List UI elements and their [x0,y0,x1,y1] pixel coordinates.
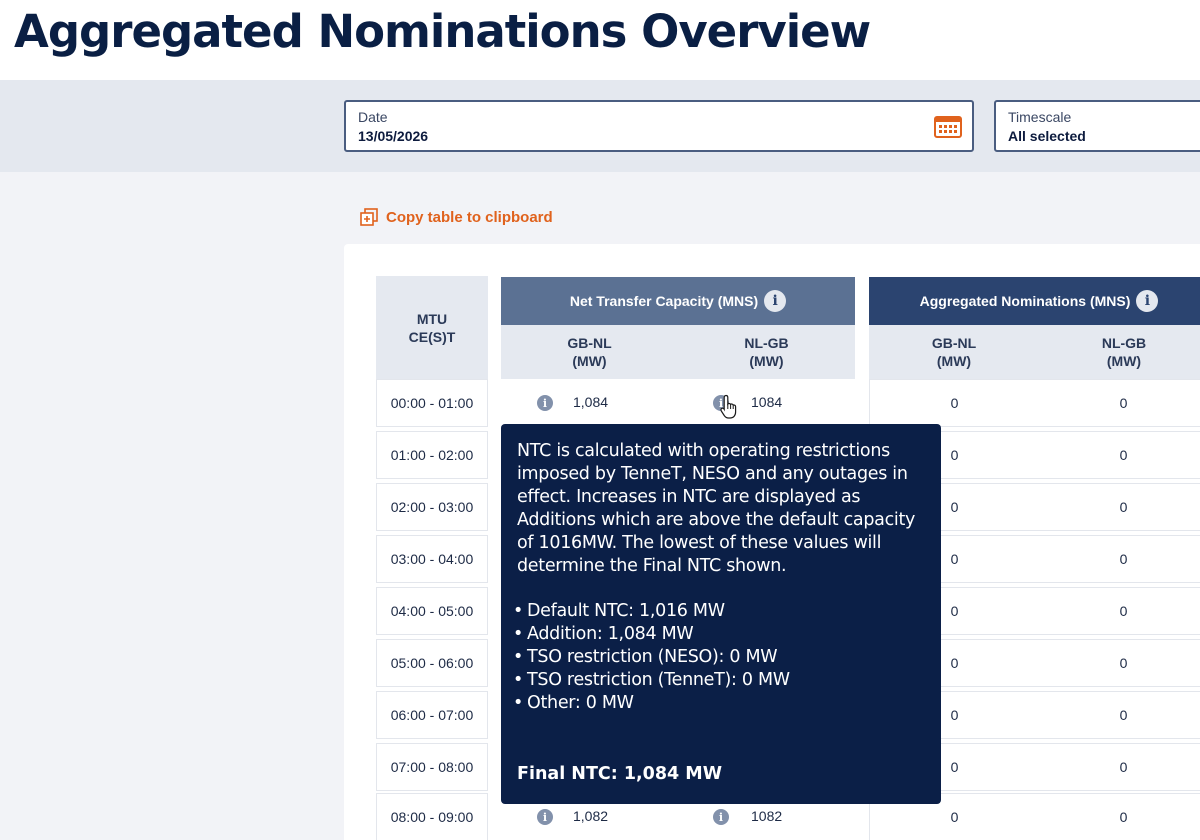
mtu-cell: 06:00 - 07:00 [376,691,488,739]
date-value[interactable]: 13/05/2026 [358,126,960,146]
mtu-cell: 05:00 - 06:00 [376,639,488,687]
agg-nlgb-value: 0 [1119,809,1128,825]
mtu-cell: 00:00 - 01:00 [376,379,488,427]
info-icon[interactable]: i [764,290,787,312]
ntc-group-header: Net Transfer Capacity (MNS) i [501,277,855,325]
ntc-gbnl-value: 1,084 [573,394,609,410]
table-row: i 1,084 i 1084 [501,379,855,427]
agg-gbnl-value: 0 [950,395,959,411]
mtu-cell: 07:00 - 08:00 [376,743,488,791]
date-label: Date [358,109,388,125]
column-header: GB-NL (MW) [501,325,678,379]
timescale-field[interactable]: Timescale All selected [994,100,1200,152]
tooltip-list-item: Addition: 1,084 MW [513,623,925,646]
mtu-column-header: MTU CE(S)T [376,276,488,379]
column-header: NL-GB (MW) [678,325,855,379]
mtu-header-line2: CE(S)T [408,328,456,345]
column-header: GB-NL (MW) [869,325,1039,379]
mtu-cell: 03:00 - 04:00 [376,535,488,583]
column-header-line1: NL-GB [744,335,789,351]
column-header-line1: NL-GB [1101,335,1147,351]
agg-nlgb-value: 0 [1119,759,1128,775]
ntc-nlgb-value: 1084 [751,394,783,410]
mtu-cell: 01:00 - 02:00 [376,431,488,479]
column-header-line1: GB-NL [931,335,977,351]
copy-icon [360,208,378,226]
agg-nlgb-value: 0 [1119,603,1128,619]
tooltip-final-ntc: Final NTC: 1,084 MW [517,764,722,784]
hand-cursor-icon [720,394,737,419]
column-header-line2: (MW) [1106,353,1142,369]
agg-group-label: Aggregated Nominations (MNS) [919,293,1131,309]
mtu-cell: 04:00 - 05:00 [376,587,488,635]
column-header-line2: (MW) [572,353,607,369]
agg-nlgb-value: 0 [1119,499,1128,515]
info-icon[interactable]: i [1136,290,1159,312]
tooltip-list-item: TSO restriction (NESO): 0 MW [513,646,925,669]
agg-nlgb-value: 0 [1119,447,1128,463]
tooltip-list: Default NTC: 1,016 MW Addition: 1,084 MW… [513,600,925,715]
ntc-sub-header: GB-NL (MW) NL-GB (MW) [501,325,855,379]
tooltip-list-item: Other: 0 MW [513,692,925,715]
agg-group-header: Aggregated Nominations (MNS) i [869,277,1200,325]
agg-nlgb-value: 0 [1119,655,1128,671]
copy-table-button[interactable]: Copy table to clipboard [360,208,553,226]
table-row: 0 0 [869,379,1200,427]
copy-table-label: Copy table to clipboard [386,208,553,226]
timescale-label: Timescale [1008,109,1072,125]
calendar-icon[interactable] [934,114,962,138]
ntc-nlgb-value: 1082 [751,808,783,824]
tooltip-body: NTC is calculated with operating restric… [517,441,916,576]
column-header-line1: GB-NL [567,335,612,351]
agg-nlgb-value: 0 [1119,395,1128,411]
column-header: NL-GB (MW) [1039,325,1200,379]
ntc-tooltip: NTC is calculated with operating restric… [501,424,941,804]
date-field[interactable]: Date 13/05/2026 [344,100,974,152]
ntc-group-label: Net Transfer Capacity (MNS) [569,293,759,309]
page-title: Aggregated Nominations Overview [14,5,871,58]
info-icon[interactable]: i [537,809,553,825]
agg-sub-header: GB-NL (MW) NL-GB (MW) [869,325,1200,379]
mtu-cell: 02:00 - 03:00 [376,483,488,531]
mtu-header-line1: MTU [416,310,448,327]
timescale-value[interactable]: All selected [1008,126,1200,146]
info-icon[interactable]: i [537,395,553,411]
tooltip-list-item: Default NTC: 1,016 MW [513,600,925,623]
column-header-line2: (MW) [936,353,972,369]
agg-nlgb-value: 0 [1119,707,1128,723]
mtu-cell: 08:00 - 09:00 [376,793,488,840]
column-header-line2: (MW) [749,353,784,369]
ntc-gbnl-value: 1,082 [573,808,609,824]
info-icon[interactable]: i [713,809,729,825]
tooltip-list-item: TSO restriction (TenneT): 0 MW [513,669,925,692]
agg-nlgb-value: 0 [1119,551,1128,567]
